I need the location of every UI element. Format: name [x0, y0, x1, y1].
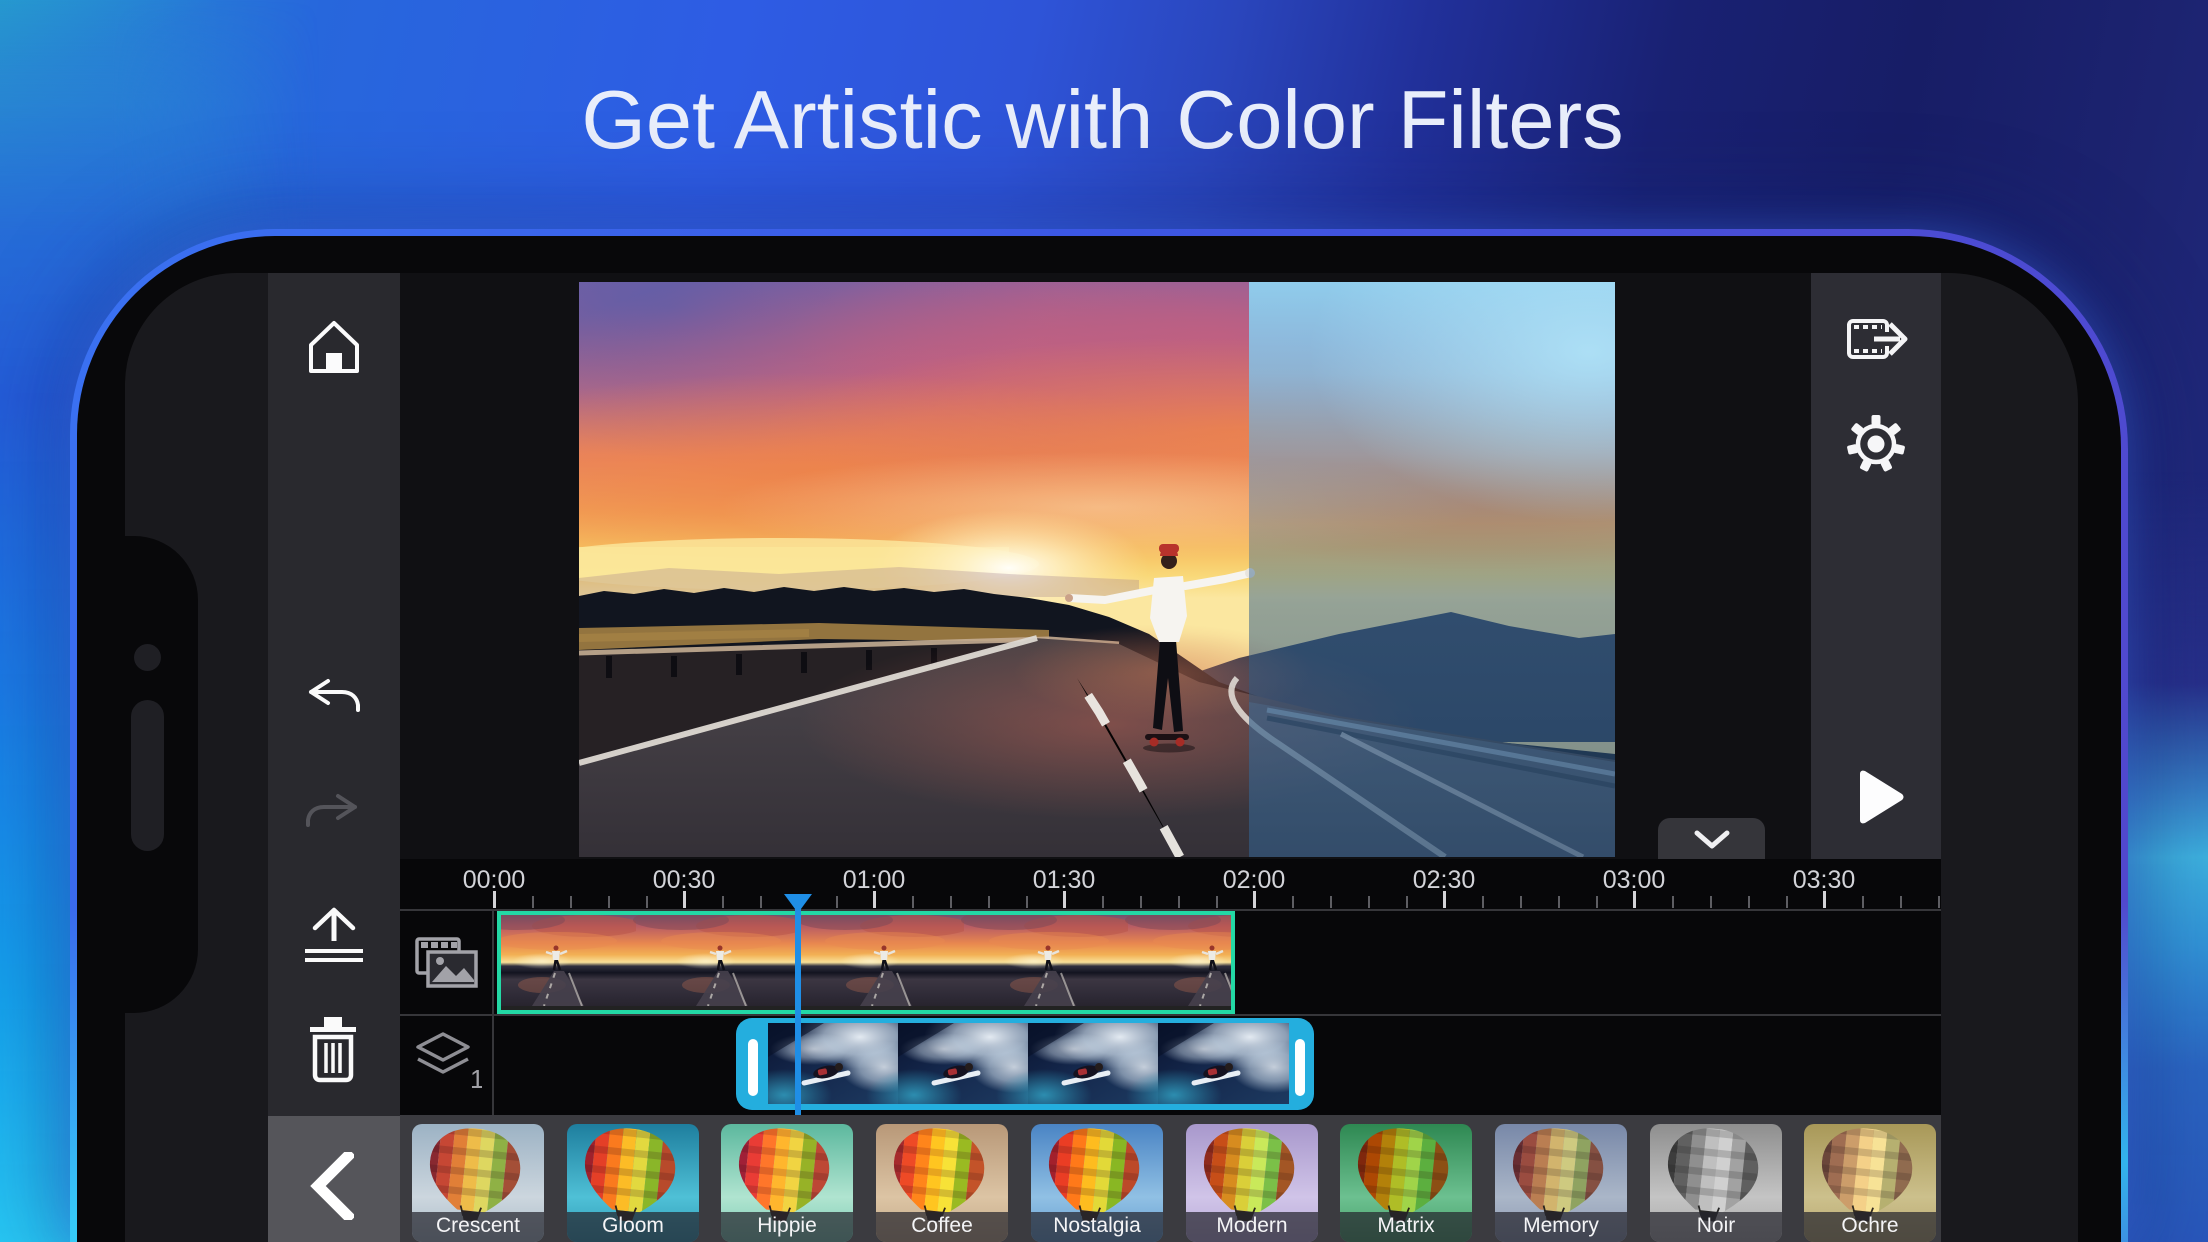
svg-text:1: 1 — [470, 1064, 482, 1094]
